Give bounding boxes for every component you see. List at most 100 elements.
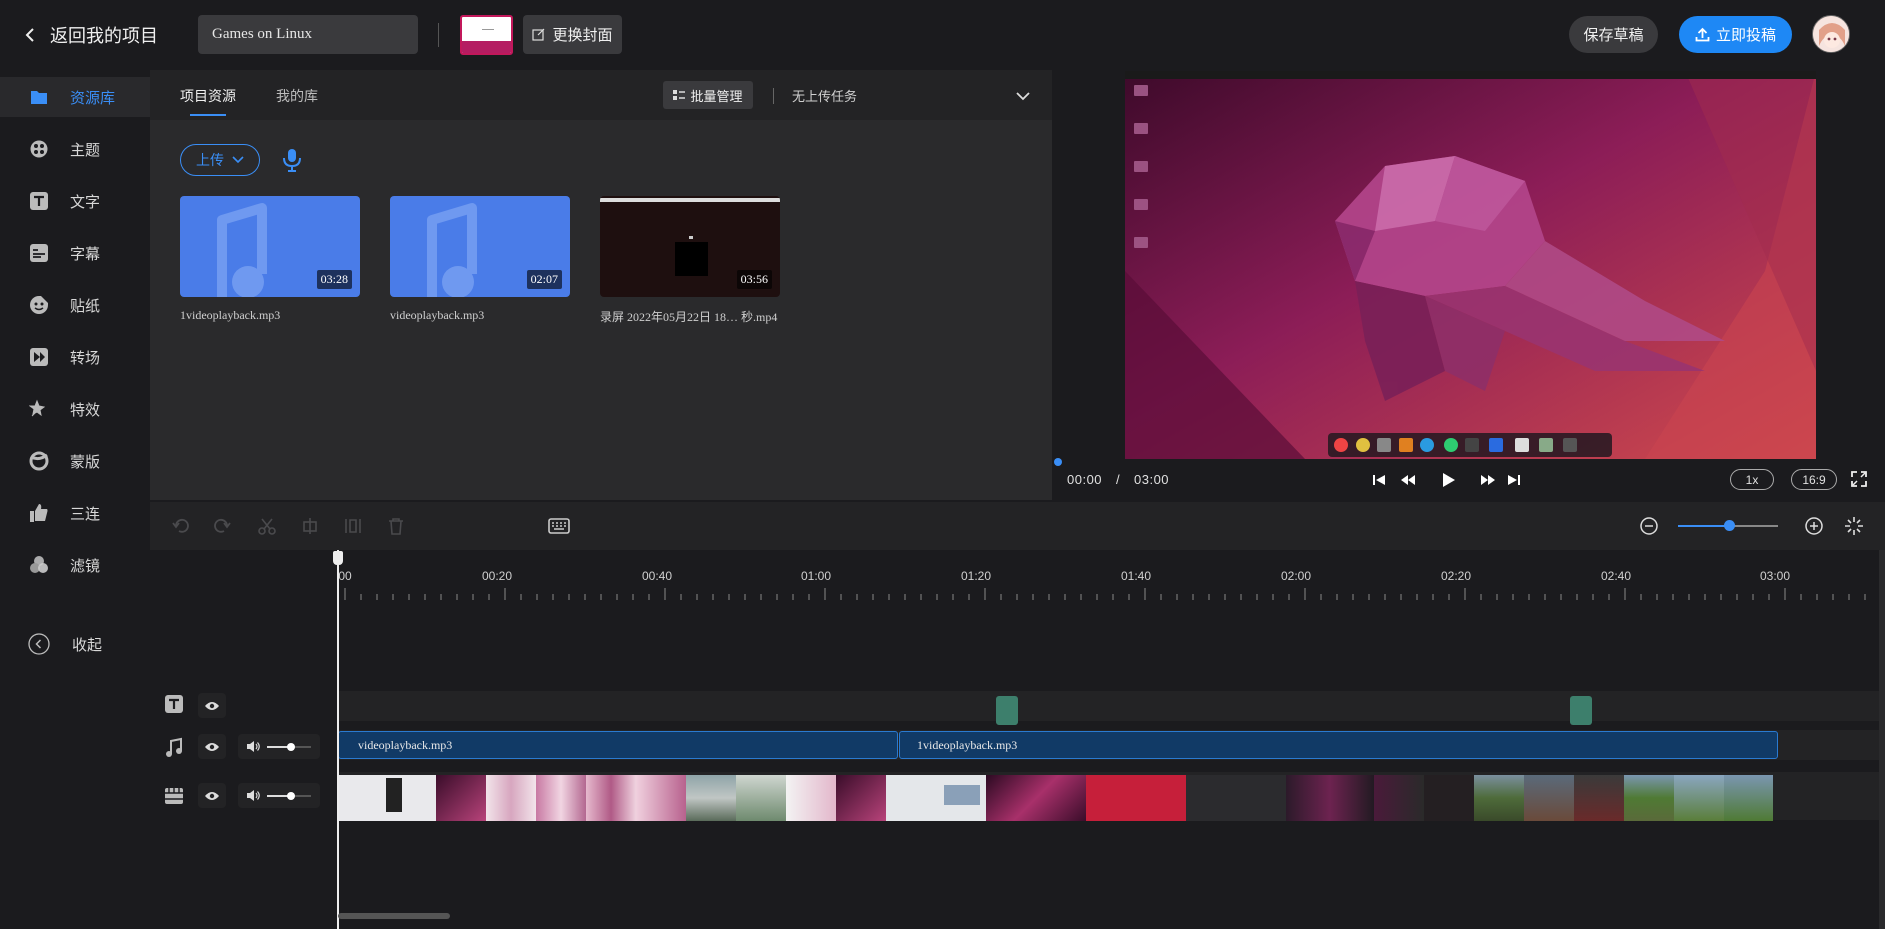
filter-icon [28,554,50,576]
eye-icon[interactable] [198,734,226,759]
playback-speed-button[interactable]: 1x [1730,469,1774,490]
split-icon[interactable] [343,516,363,536]
redo-icon[interactable] [212,516,232,536]
time-separator: / [1116,472,1120,487]
tab-project-resources[interactable]: 项目资源 [180,86,236,106]
chevron-down-icon[interactable] [1014,87,1032,105]
skip-to-end-icon[interactable] [1505,471,1523,489]
upload-icon [1695,27,1710,42]
playhead-handle[interactable] [333,551,343,565]
volume-icon [247,741,260,752]
mask-icon [28,450,50,472]
media-item[interactable]: 02:07 videoplayback.mp3 [390,196,570,323]
change-cover-button[interactable]: 更换封面 [523,15,622,54]
skip-to-start-icon[interactable] [1370,471,1388,489]
media-name: 1videoplayback.mp3 [180,308,281,322]
preview-progress-handle[interactable] [1054,458,1062,466]
sidebar-item-transition[interactable]: 转场 [0,337,150,377]
text-track[interactable] [338,691,1885,725]
save-draft-button[interactable]: 保存草稿 [1569,16,1658,53]
sidebar-item-triple[interactable]: 三连 [0,493,150,533]
sidebar-item-label: 三连 [70,505,101,523]
eye-icon[interactable] [198,693,226,718]
folder-icon [28,86,50,108]
zoom-slider-thumb[interactable] [1724,520,1735,531]
collapse-circle-icon [28,633,50,655]
timeline-scrollbar[interactable] [338,913,450,919]
zoom-in-icon[interactable] [1804,516,1824,536]
keyboard-shortcuts-icon[interactable] [548,516,570,536]
video-track[interactable] [338,772,1885,821]
delete-icon[interactable] [386,516,406,536]
sidebar-item-library[interactable]: 资源库 [0,77,150,117]
play-icon[interactable] [1440,471,1458,489]
sticker-icon [28,294,50,316]
sidebar-item-effects[interactable]: 特效 [0,389,150,429]
divider [438,23,439,47]
sidebar-item-text[interactable]: 文字 [0,181,150,221]
audio-volume-control[interactable] [238,734,320,759]
audio-track[interactable]: videoplayback.mp3 1videoplayback.mp3 [338,730,1885,760]
upload-status-text: 无上传任务 [792,89,858,104]
text-clip[interactable] [1570,696,1592,725]
rewind-icon[interactable] [1399,471,1417,489]
sidebar-item-label: 贴纸 [70,297,101,315]
duration-badge: 02:07 [526,270,562,289]
sidebar-collapse-button[interactable]: 收起 [0,624,150,664]
sidebar-item-label: 资源库 [70,89,116,107]
upload-button[interactable]: 上传 [180,144,260,176]
media-item[interactable]: 03:28 1videoplayback.mp3 [180,196,360,323]
media-item[interactable]: 03:56 录屏 2022年05月22日 18… 秒.mp4 [600,196,780,325]
preview-video[interactable] [1125,71,1816,459]
fast-forward-icon[interactable] [1479,471,1497,489]
microphone-icon[interactable] [281,148,303,172]
chevron-left-icon [25,28,34,42]
eye-icon[interactable] [198,783,226,808]
aspect-ratio-button[interactable]: 16:9 [1791,469,1837,490]
audio-clip[interactable]: 1videoplayback.mp3 [899,731,1778,759]
sidebar-item-filter[interactable]: 滤镜 [0,545,150,585]
manage-icon [673,90,686,100]
audio-clip[interactable]: videoplayback.mp3 [338,731,898,759]
text-track-icon [163,691,185,716]
sidebar-item-label: 滤镜 [70,557,101,575]
publish-button[interactable]: 立即投稿 [1679,16,1792,53]
audio-thumbnail: 03:28 [180,196,360,297]
tab-my-library[interactable]: 我的库 [276,86,318,106]
duration-badge: 03:28 [316,270,352,289]
zoom-out-icon[interactable] [1639,516,1659,536]
sidebar-item-label: 蒙版 [70,453,101,471]
back-to-projects-button[interactable]: 返回我的项目 [24,18,158,52]
project-title-input[interactable]: Games on Linux [198,15,418,54]
subtitle-icon [28,242,50,264]
chevron-down-icon [232,156,244,164]
scissors-icon[interactable] [257,516,277,536]
user-avatar[interactable] [1812,15,1850,53]
video-track-icon [163,783,185,808]
vertical-scrollbar[interactable] [1879,550,1885,929]
batch-manage-button[interactable]: 批量管理 [663,81,753,109]
back-label: 返回我的项目 [50,26,158,46]
audio-thumbnail: 02:07 [390,196,570,297]
fit-timeline-icon[interactable] [1844,516,1864,536]
current-time: 00:00 [1067,472,1103,487]
sidebar-item-sticker[interactable]: 贴纸 [0,285,150,325]
thumbs-up-icon [28,502,50,524]
effects-icon [28,398,50,420]
crop-icon[interactable] [300,516,320,536]
video-volume-control[interactable] [238,783,320,808]
cover-thumbnail[interactable] [460,15,513,55]
fullscreen-icon[interactable] [1850,470,1868,488]
sidebar-item-theme[interactable]: 主题 [0,129,150,169]
sidebar-item-label: 转场 [70,349,101,367]
video-clip[interactable] [338,775,1773,821]
text-clip[interactable] [996,696,1018,725]
top-bar: 返回我的项目 Games on Linux 更换封面 保存草稿 立即投稿 [0,0,1885,70]
sidebar-item-subtitle[interactable]: 字幕 [0,233,150,273]
playhead[interactable] [337,550,339,929]
preview-panel: 00:00 / 03:00 1x 16:9 [1054,70,1885,500]
time-ruler[interactable]: 00 00:20 00:40 01:00 01:20 01:40 02:00 0… [338,550,1885,606]
sidebar-item-mask[interactable]: 蒙版 [0,441,150,481]
ruler-ticks [344,588,1866,600]
undo-icon[interactable] [171,516,191,536]
